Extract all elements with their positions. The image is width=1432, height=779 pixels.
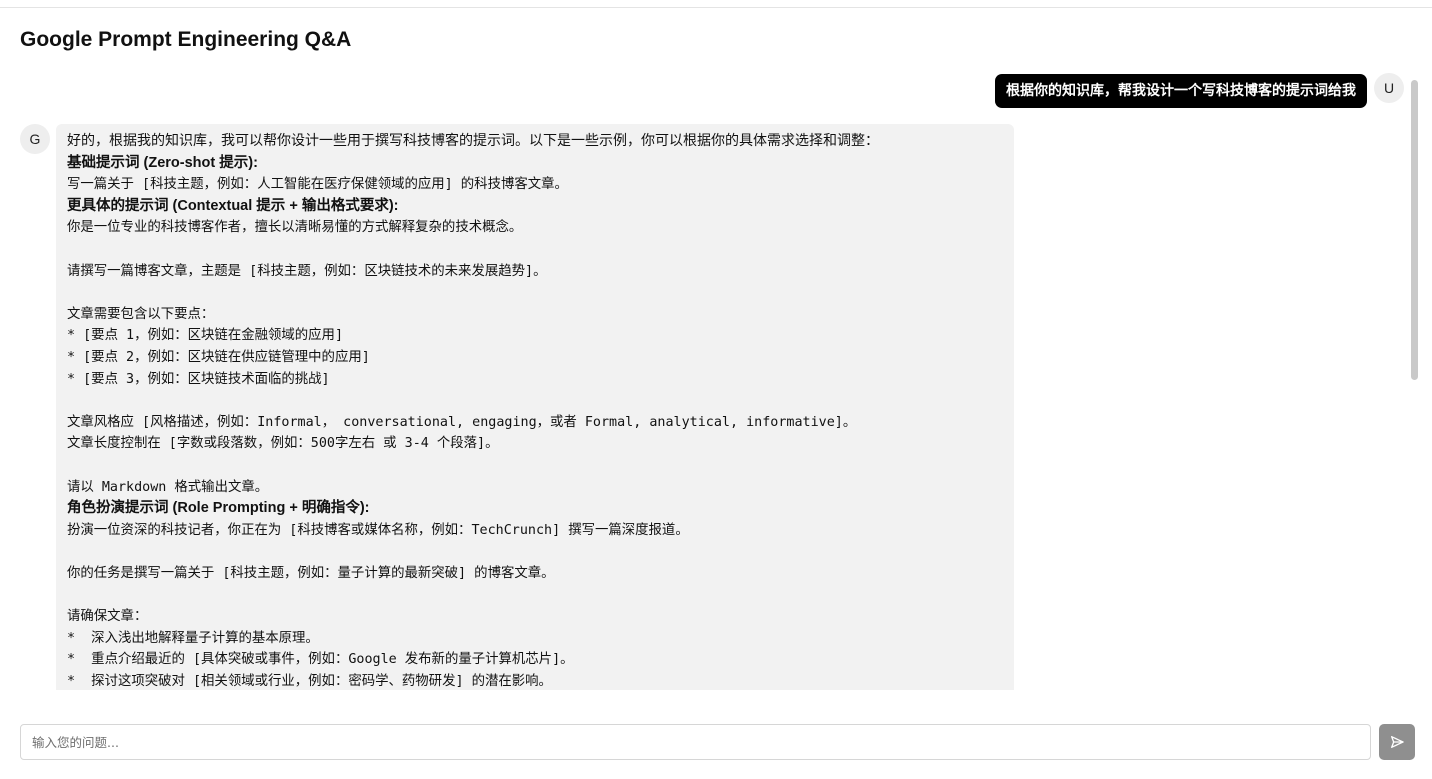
- page-title: Google Prompt Engineering Q&A: [20, 28, 352, 51]
- chat-scrollbar[interactable]: [1411, 80, 1418, 688]
- message-line: * 重点介绍最近的 [具体突破或事件，例如：Google 发布新的量子计算机芯片…: [67, 652, 574, 668]
- message-heading: 基础提示词 (Zero-shot 提示):: [67, 154, 258, 171]
- message-line: * [要点 3，例如：区块链技术面临的挑战]: [67, 371, 330, 387]
- message-line: * 探讨这项突破对 [相关领域或行业，例如：密码学、药物研发] 的潜在影响。: [67, 673, 552, 689]
- send-icon: [1391, 736, 1404, 748]
- message-line: 扮演一位资深的科技记者，你正在为 [科技博客或媒体名称，例如：TechCrunc…: [67, 522, 689, 538]
- message-line: 文章长度控制在 [字数或段落数，例如：500字左右 或 3-4 个段落]。: [67, 436, 499, 452]
- user-message-bubble: 根据你的知识库，帮我设计一个写科技博客的提示词给我: [995, 74, 1367, 108]
- message-line: 你是一位专业的科技博客作者，擅长以清晰易懂的方式解释复杂的技术概念。: [67, 220, 523, 236]
- message-line: * [要点 1，例如：区块链在金融领域的应用]: [67, 328, 344, 344]
- user-avatar: U: [1374, 73, 1404, 103]
- chat-history[interactable]: 根据你的知识库，帮我设计一个写科技博客的提示词给我 U G 好的，根据我的知识库…: [0, 68, 1432, 690]
- message-line: 文章风格应 [风格描述，例如：Informal， conversational,…: [67, 414, 857, 430]
- message-heading: 角色扮演提示词 (Role Prompting + 明确指令):: [67, 500, 370, 517]
- message-line: 请确保文章：: [67, 609, 148, 625]
- assistant-message-bubble: 好的，根据我的知识库，我可以帮你设计一些用于撰写科技博客的提示词。以下是一些示例…: [56, 124, 1014, 690]
- question-input[interactable]: [20, 724, 1371, 760]
- message-line: 请以 Markdown 格式输出文章。: [67, 479, 269, 495]
- message-line: 请撰写一篇博客文章，主题是 [科技主题，例如：区块链技术的未来发展趋势]。: [67, 263, 547, 279]
- assistant-message: G 好的，根据我的知识库，我可以帮你设计一些用于撰写科技博客的提示词。以下是一些…: [20, 124, 1014, 690]
- message-line: 写一篇关于 [科技主题，例如：人工智能在医疗保健领域的应用] 的科技博客文章。: [67, 177, 568, 193]
- app-window: Google Prompt Engineering Q&A 根据你的知识库，帮我…: [0, 7, 1432, 779]
- message-line: 文章需要包含以下要点：: [67, 306, 215, 322]
- message-heading: 更具体的提示词 (Contextual 提示 + 输出格式要求):: [67, 197, 399, 214]
- user-message: 根据你的知识库，帮我设计一个写科技博客的提示词给我 U: [995, 73, 1404, 108]
- message-line: 你的任务是撰写一篇关于 [科技主题，例如：量子计算的最新突破] 的博客文章。: [67, 565, 555, 581]
- message-line: 好的，根据我的知识库，我可以帮你设计一些用于撰写科技博客的提示词。以下是一些示例…: [67, 133, 879, 149]
- assistant-avatar: G: [20, 124, 50, 154]
- composer: [20, 724, 1415, 760]
- message-line: * [要点 2，例如：区块链在供应链管理中的应用]: [67, 349, 370, 365]
- send-button[interactable]: [1379, 724, 1415, 760]
- chat-scrollbar-thumb[interactable]: [1411, 80, 1418, 380]
- message-line: * 深入浅出地解释量子计算的基本原理。: [67, 630, 319, 646]
